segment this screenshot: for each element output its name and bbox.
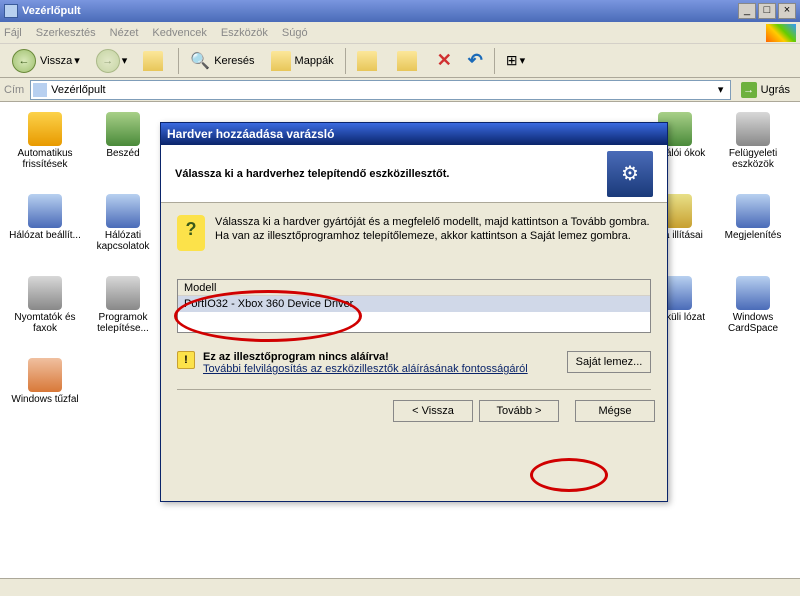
close-button[interactable]: × <box>778 3 796 19</box>
icon-col-right: Felügyeleti eszközök Megjelenítés Window… <box>714 112 792 358</box>
undo-icon: ↶ <box>468 50 483 71</box>
toolbar-separator <box>345 48 346 74</box>
up-button[interactable] <box>136 47 174 75</box>
next-button[interactable]: Tovább > <box>479 400 559 422</box>
menu-favorites[interactable]: Kedvencek <box>152 27 206 39</box>
location-icon <box>33 83 47 97</box>
go-button[interactable]: → Ugrás <box>735 80 796 100</box>
address-bar: Cím Vezérlőpult ▾ → Ugrás <box>0 78 800 102</box>
toolbar-separator <box>178 48 179 74</box>
question-icon: ? <box>177 215 205 251</box>
wizard-header: Válassza ki a hardverhez telepítendő esz… <box>161 145 667 203</box>
wizard-titlebar[interactable]: Hardver hozzáadása varázsló <box>161 123 667 145</box>
copy-icon <box>397 51 417 71</box>
delete-button[interactable]: ✕ <box>430 47 459 75</box>
display-icon <box>736 194 770 228</box>
minimize-button[interactable]: _ <box>738 3 756 19</box>
move-to-button[interactable] <box>350 47 388 75</box>
address-value: Vezérlőpult <box>51 84 713 96</box>
chevron-down-icon[interactable]: ▾ <box>714 83 728 96</box>
address-combo[interactable]: Vezérlőpult ▾ <box>30 80 730 100</box>
back-button[interactable]: < Vissza <box>393 400 473 422</box>
desktop-item[interactable]: Windows CardSpace <box>714 276 792 352</box>
warning-text: Ez az illesztőprogram nincs aláírva! <box>203 351 567 363</box>
search-label: Keresés <box>214 55 254 67</box>
forward-arrow-icon: → <box>96 49 120 73</box>
back-arrow-icon: ← <box>12 49 36 73</box>
model-list-item[interactable]: PortIO32 - Xbox 360 Device Driver <box>178 296 650 312</box>
move-icon <box>357 51 377 71</box>
chevron-down-icon: ▾ <box>520 54 526 67</box>
delete-icon: ✕ <box>437 50 452 71</box>
toolbar-separator <box>494 48 495 74</box>
menu-tools[interactable]: Eszközök <box>221 27 268 39</box>
app-icon <box>4 4 18 18</box>
desktop-item[interactable]: Nyomtatók és faxok <box>6 276 84 352</box>
model-list-header: Modell <box>178 280 650 296</box>
add-hardware-wizard: Hardver hozzáadása varázsló Válassza ki … <box>160 122 668 502</box>
windows-logo-icon <box>766 24 796 42</box>
toolbar: ← Vissza ▾ → ▾ 🔍 Keresés Mappák ✕ ↶ ⊞ ▾ <box>0 44 800 78</box>
updates-icon <box>28 112 62 146</box>
menu-help[interactable]: Súgó <box>282 27 308 39</box>
folders-label: Mappák <box>295 55 334 67</box>
forward-button[interactable]: → ▾ <box>89 47 135 75</box>
search-button[interactable]: 🔍 Keresés <box>183 47 261 75</box>
address-label: Cím <box>4 84 24 96</box>
go-label: Ugrás <box>761 84 790 96</box>
window-title: Vezérlőpult <box>22 5 736 17</box>
printers-icon <box>28 276 62 310</box>
views-icon: ⊞ <box>506 52 518 69</box>
wizard-instruction: Válassza ki a hardver gyártóját és a meg… <box>215 215 651 251</box>
cardspace-icon <box>736 276 770 310</box>
model-list[interactable]: Modell PortIO32 - Xbox 360 Device Driver <box>177 279 651 333</box>
desktop-item[interactable]: Windows tűzfal <box>6 358 84 434</box>
desktop-item[interactable]: Megjelenítés <box>714 194 792 270</box>
desktop-item[interactable]: Felügyeleti eszközök <box>714 112 792 188</box>
desktop-item[interactable]: Hálózat beállít... <box>6 194 84 270</box>
maximize-button[interactable]: □ <box>758 3 776 19</box>
menu-file[interactable]: Fájl <box>4 27 22 39</box>
desktop-item[interactable]: Automatikus frissítések <box>6 112 84 188</box>
wizard-body: ? Válassza ki a hardver gyártóját és a m… <box>161 203 667 390</box>
menu-edit[interactable]: Szerkesztés <box>36 27 96 39</box>
desktop-item[interactable]: Programok telepítése... <box>84 276 162 352</box>
cancel-button[interactable]: Mégse <box>575 400 655 422</box>
speech-icon <box>106 112 140 146</box>
wizard-button-row: < Vissza Tovább > Mégse <box>161 400 667 434</box>
back-button[interactable]: ← Vissza ▾ <box>5 47 87 75</box>
hardware-icon: ⚙ <box>607 151 653 197</box>
desktop-item[interactable]: Hálózati kapcsolatok <box>84 194 162 270</box>
programs-icon <box>106 276 140 310</box>
admin-tools-icon <box>736 112 770 146</box>
views-button[interactable]: ⊞ ▾ <box>499 47 532 75</box>
search-icon: 🔍 <box>190 51 210 71</box>
up-folder-icon <box>143 51 163 71</box>
desktop-item[interactable]: Beszéd <box>84 112 162 188</box>
folders-button[interactable]: Mappák <box>264 47 341 75</box>
network-setup-icon <box>28 194 62 228</box>
go-arrow-icon: → <box>741 82 757 98</box>
undo-button[interactable]: ↶ <box>461 47 490 75</box>
firewall-icon <box>28 358 62 392</box>
window-titlebar: Vezérlőpult _ □ × <box>0 0 800 22</box>
chevron-down-icon: ▾ <box>74 54 80 67</box>
signing-info-link[interactable]: További felvilágosítás az eszközillesztő… <box>203 363 528 375</box>
folders-icon <box>271 51 291 71</box>
separator <box>177 389 651 390</box>
icon-grid-left: Automatikus frissítések Beszéd Hálózat b… <box>6 112 166 440</box>
have-disk-button[interactable]: Saját lemez... <box>567 351 651 373</box>
copy-to-button[interactable] <box>390 47 428 75</box>
menu-bar: Fájl Szerkesztés Nézet Kedvencek Eszközö… <box>0 22 800 44</box>
status-bar <box>0 578 800 596</box>
back-label: Vissza <box>40 55 72 67</box>
wizard-header-text: Válassza ki a hardverhez telepítendő esz… <box>175 168 607 180</box>
warning-icon: ! <box>177 351 195 369</box>
network-conn-icon <box>106 194 140 228</box>
menu-view[interactable]: Nézet <box>110 27 139 39</box>
chevron-down-icon: ▾ <box>122 54 128 67</box>
